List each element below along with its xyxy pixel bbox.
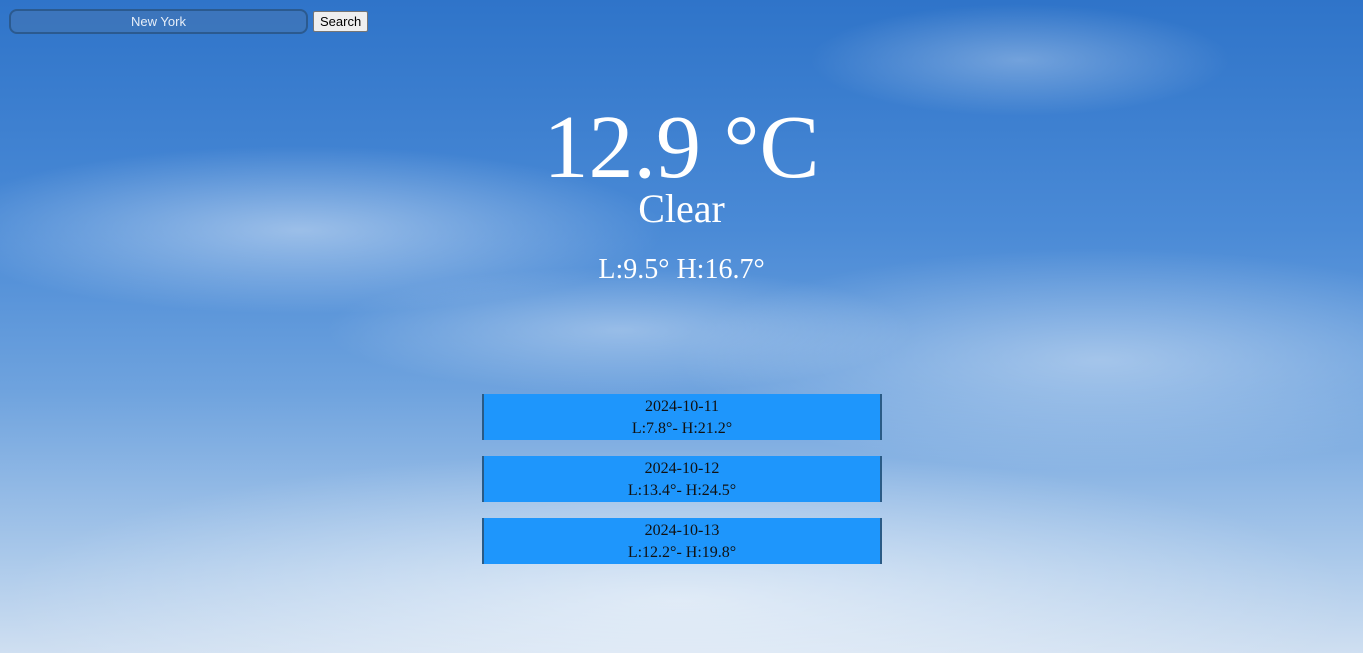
current-weather: 12.9 °C Clear L:9.5° H:16.7° <box>0 98 1363 286</box>
forecast-range: L:13.4°- H:24.5° <box>627 482 737 499</box>
weather-condition: Clear <box>638 186 725 231</box>
forecast-range: L:12.2°- H:19.8° <box>627 544 737 561</box>
forecast-day: 2024-10-13 L:12.2°- H:19.8° <box>482 518 882 564</box>
search-bar: Search <box>9 9 369 34</box>
forecast-day: 2024-10-12 L:13.4°- H:24.5° <box>482 456 882 502</box>
forecast-date: 2024-10-13 <box>644 522 720 539</box>
search-button[interactable]: Search <box>313 11 369 32</box>
search-input[interactable] <box>9 9 308 34</box>
temperature-range: L:9.5° H:16.7° <box>598 254 765 285</box>
forecast-list: 2024-10-11 L:7.8°- H:21.2° 2024-10-12 L:… <box>482 394 882 580</box>
current-temperature: 12.9 °C <box>543 98 820 197</box>
forecast-date: 2024-10-11 <box>644 398 720 415</box>
forecast-range: L:7.8°- H:21.2° <box>631 420 733 437</box>
forecast-day: 2024-10-11 L:7.8°- H:21.2° <box>482 394 882 440</box>
forecast-date: 2024-10-12 <box>644 460 720 477</box>
